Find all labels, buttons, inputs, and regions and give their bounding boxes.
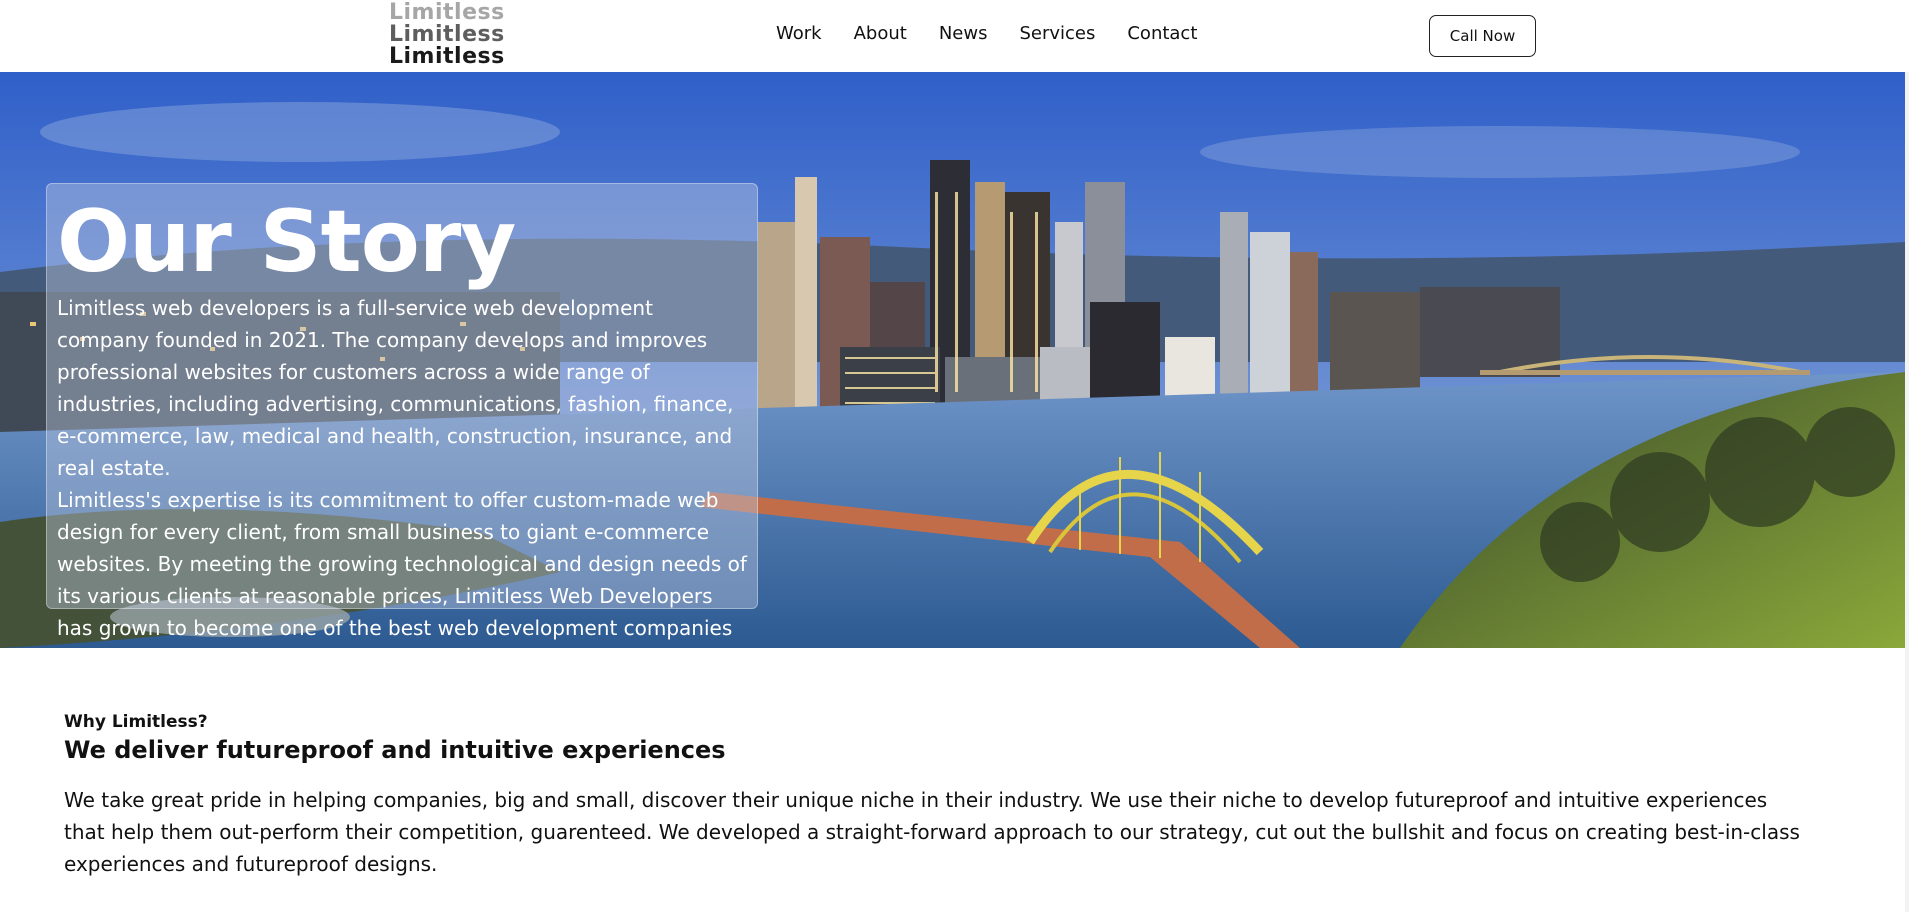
nav-link-news[interactable]: News <box>939 22 988 46</box>
scrollbar[interactable] <box>1905 0 1909 912</box>
page-title: Our Story <box>57 192 516 292</box>
nav-link-work[interactable]: Work <box>776 22 822 46</box>
section-kicker: Why Limitless? <box>64 712 208 732</box>
our-story-card: Our Story Limitless web developers is a … <box>46 183 758 640</box>
call-now-button[interactable]: Call Now <box>1429 15 1536 57</box>
logo[interactable]: Limitless Limitless Limitless <box>389 2 505 68</box>
section-body: We take great pride in helping companies… <box>64 788 1800 876</box>
why-section: Why Limitless? We deliver futureproof an… <box>64 710 1864 880</box>
main-nav: Work About News Services Contact <box>776 22 1197 46</box>
logo-line-light: Limitless <box>389 0 505 25</box>
site-header: Limitless Limitless Limitless Work About… <box>0 0 1909 72</box>
nav-link-about[interactable]: About <box>854 22 907 46</box>
logo-line-dark: Limitless <box>389 44 505 69</box>
story-paragraph: Limitless web developers is a full-servi… <box>57 296 734 480</box>
logo-line-medium: Limitless <box>389 22 505 47</box>
nav-link-services[interactable]: Services <box>1019 22 1095 46</box>
nav-link-contact[interactable]: Contact <box>1127 22 1197 46</box>
hero-section: Our Story Limitless web developers is a … <box>0 72 1905 648</box>
section-title: We deliver futureproof and intuitive exp… <box>64 736 726 764</box>
story-paragraph: Limitless's expertise is its commitment … <box>57 488 747 640</box>
